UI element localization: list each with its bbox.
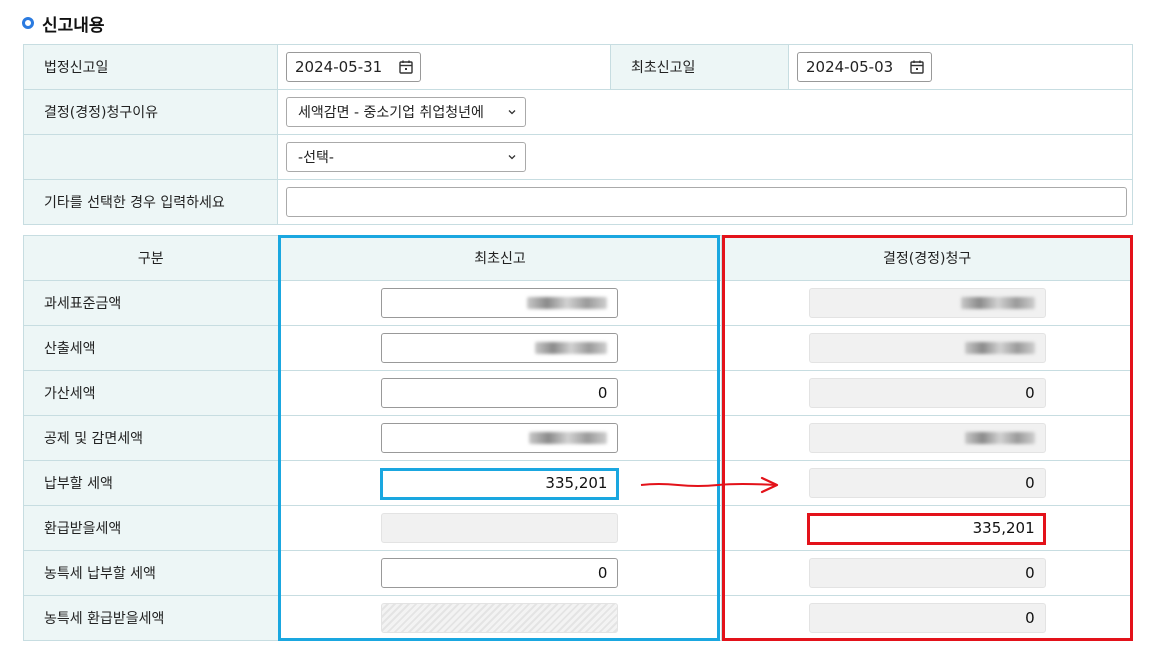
other-input[interactable] (286, 187, 1128, 217)
initial-rural-tax-refund-field (381, 603, 619, 633)
reason-label: 결정(경정)청구이유 (22, 89, 279, 135)
row-label: 농특세 납부할 세액 (23, 550, 279, 596)
masked-value (964, 432, 1035, 444)
claim-rural-tax-refund-field: 0 (808, 603, 1046, 633)
initial-refund-field (381, 513, 619, 543)
statutory-date-input[interactable]: 2024-05-31 (286, 52, 422, 82)
row-label: 가산세액 (23, 370, 279, 416)
initial-date-value: 2024-05-03 (805, 58, 894, 76)
reason2-row: -선택- (22, 134, 1133, 180)
tax-amount-table: 구분 최초신고 결정(경정)청구 과세표준금액 산출세액 가산세액 0 0 공제… (23, 235, 1133, 641)
arrow-right-icon (640, 476, 779, 494)
claim-refund-field[interactable]: 335,201 (808, 513, 1046, 543)
reason2-select[interactable]: -선택- (286, 142, 527, 172)
report-info-form: 법정신고일 2024-05-31 최초신고일 2024-05-03 결정(경정)… (22, 44, 1134, 225)
table-row: 산출세액 (23, 325, 1133, 371)
table-row: 공제 및 감면세액 (23, 415, 1133, 461)
other-label: 기타를 선택한 경우 입력하세요 (22, 179, 279, 225)
initial-additional-tax-input[interactable]: 0 (381, 378, 619, 408)
reason-select[interactable]: 세액감면 - 중소기업 취업청년에 (286, 97, 527, 127)
initial-date-label: 최초신고일 (610, 44, 789, 90)
masked-value (960, 297, 1035, 309)
statutory-date-cell: 2024-05-31 (277, 44, 611, 90)
masked-value (527, 297, 608, 309)
section-title: 신고내용 (42, 15, 105, 36)
reason-select-value: 세액감면 - 중소기업 취업청년에 (298, 105, 484, 121)
calendar-icon[interactable] (909, 59, 925, 75)
row-label: 농특세 환급받을세액 (23, 595, 279, 641)
row-label: 과세표준금액 (23, 280, 279, 326)
row-label: 환급받을세액 (23, 505, 279, 551)
reason2-cell: -선택- (277, 134, 1133, 180)
row-label: 산출세액 (23, 325, 279, 371)
initial-date-cell: 2024-05-03 (787, 44, 1134, 90)
header-initial-report: 최초신고 (277, 235, 723, 281)
initial-rural-tax-payable-input[interactable]: 0 (381, 558, 619, 588)
masked-value (535, 342, 608, 354)
reason-row: 결정(경정)청구이유 세액감면 - 중소기업 취업청년에 (22, 89, 1133, 135)
table-row: 환급받을세액 335,201 (23, 505, 1133, 551)
reason2-label (22, 134, 279, 180)
masked-value (529, 432, 608, 444)
claim-calculated-tax-field (808, 333, 1046, 363)
chevron-down-icon (507, 152, 517, 162)
chevron-down-icon (507, 107, 517, 117)
claim-payable-tax-field: 0 (808, 468, 1046, 498)
table-row: 납부할 세액 335,201 0 (23, 460, 1133, 506)
header-category: 구분 (23, 235, 279, 281)
claim-tax-base-field (808, 288, 1046, 318)
table-row: 가산세액 0 0 (23, 370, 1133, 416)
table-row: 농특세 환급받을세액 0 (23, 595, 1133, 641)
claim-deduction-field (808, 423, 1046, 453)
table-header-row: 구분 최초신고 결정(경정)청구 (23, 235, 1133, 281)
statutory-date-value: 2024-05-31 (295, 58, 383, 76)
table-row: 과세표준금액 (23, 280, 1133, 326)
table-row: 농특세 납부할 세액 0 0 (23, 550, 1133, 596)
initial-date-input[interactable]: 2024-05-03 (796, 52, 932, 82)
date-row: 법정신고일 2024-05-31 최초신고일 2024-05-03 (22, 44, 1134, 90)
row-label: 공제 및 감면세액 (23, 415, 279, 461)
claim-additional-tax-field: 0 (808, 378, 1046, 408)
reason-cell: 세액감면 - 중소기업 취업청년에 (277, 89, 1133, 135)
claim-rural-tax-payable-field: 0 (808, 558, 1046, 588)
calendar-icon[interactable] (398, 59, 414, 75)
initial-tax-base-input[interactable] (381, 288, 619, 318)
masked-value (964, 342, 1035, 354)
header-claim: 결정(경정)청구 (721, 235, 1133, 281)
reason2-select-value: -선택- (298, 150, 334, 166)
section-header: 신고내용 (22, 10, 105, 36)
circle-bullet-icon (22, 17, 34, 29)
row-label: 납부할 세액 (23, 460, 279, 506)
statutory-date-label: 법정신고일 (22, 44, 279, 90)
initial-calculated-tax-input[interactable] (381, 333, 619, 363)
initial-deduction-input[interactable] (381, 423, 619, 453)
other-cell (277, 179, 1133, 225)
initial-payable-tax-input[interactable]: 335,201 (381, 468, 619, 498)
other-row: 기타를 선택한 경우 입력하세요 (22, 179, 1133, 225)
